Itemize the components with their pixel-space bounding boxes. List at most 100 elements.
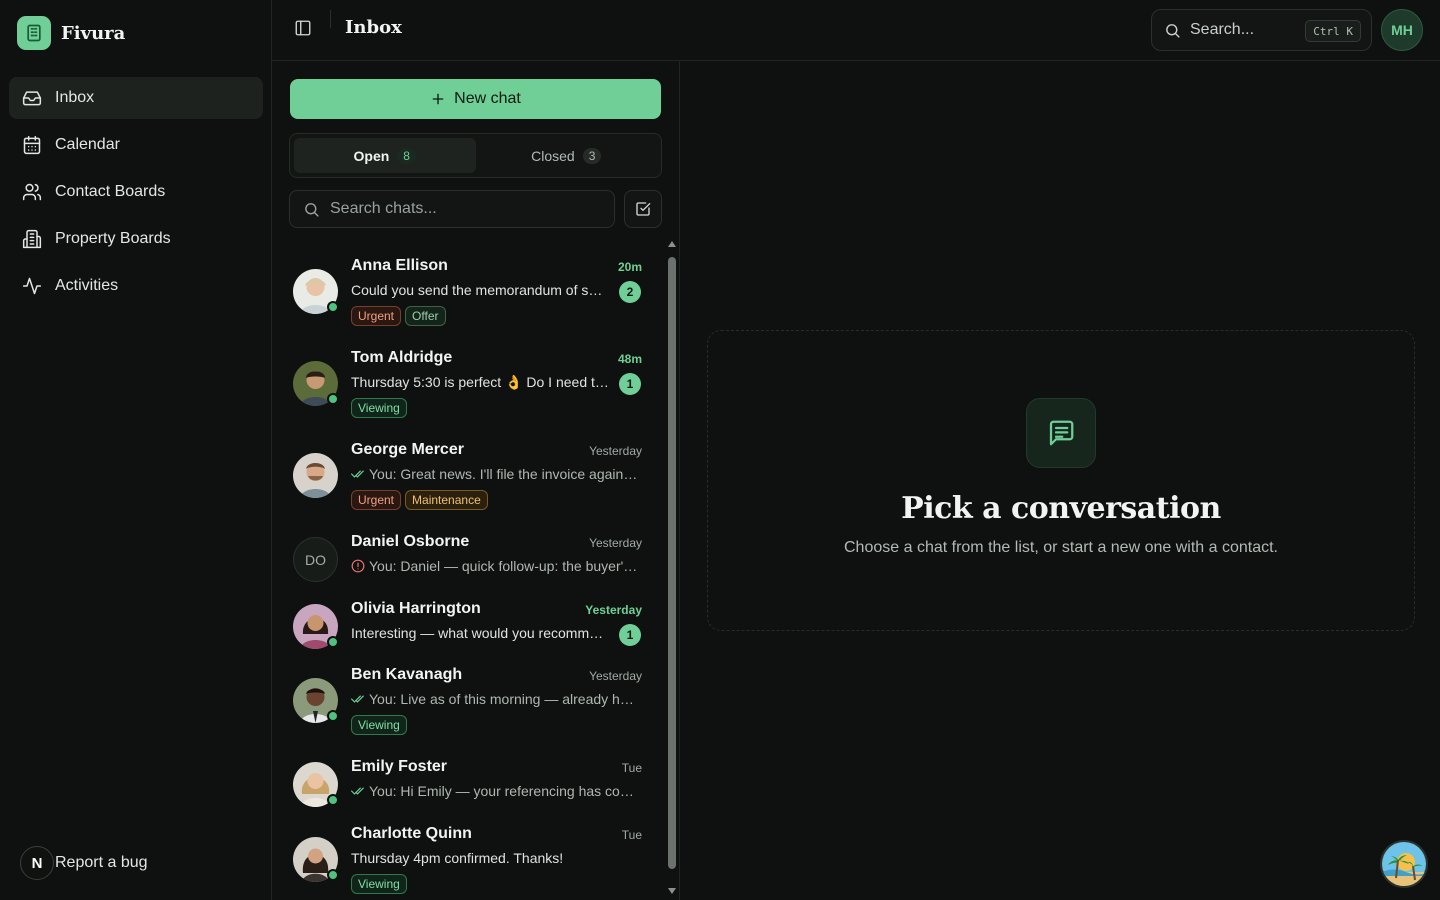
top-header: Inbox Search... Ctrl K MH — [272, 0, 1440, 61]
page-title: Inbox — [345, 17, 402, 38]
contact-name: Anna Ellison — [351, 257, 448, 274]
tag-maintenance: Maintenance — [405, 490, 488, 510]
tag-viewing: Viewing — [351, 398, 407, 418]
online-indicator — [327, 869, 339, 881]
contact-name: Daniel Osborne — [351, 533, 470, 550]
empty-state-title: Pick a conversation — [901, 491, 1221, 526]
select-chats-button[interactable] — [624, 190, 662, 228]
message-preview: You: Hi Emily — your referencing has com… — [351, 783, 641, 799]
message-preview: Interesting — what would you recommend f… — [351, 625, 609, 641]
contact-avatar — [293, 604, 339, 649]
tag-list: Viewing — [351, 874, 407, 894]
unread-count-badge: 1 — [619, 373, 641, 395]
brand[interactable]: Fivura — [17, 16, 125, 50]
tab-open[interactable]: Open 8 — [294, 138, 476, 173]
new-chat-button[interactable]: New chat — [290, 79, 661, 119]
message-time: Yesterday — [589, 669, 642, 683]
online-indicator — [327, 794, 339, 806]
tab-closed[interactable]: Closed 3 — [476, 138, 658, 173]
sidebar-item-property-boards[interactable]: Property Boards — [9, 218, 263, 260]
header-divider — [330, 10, 331, 28]
search-icon — [1164, 22, 1181, 39]
message-preview: You: Live as of this morning — already h… — [351, 691, 641, 707]
tag-list: Urgent Offer — [351, 306, 446, 326]
report-bug-link[interactable]: N Report a bug — [20, 846, 148, 880]
tab-count: 8 — [397, 147, 416, 164]
contact-name: Tom Aldridge — [351, 349, 453, 366]
sidebar-nav: Inbox Calendar Contact Boards Property B… — [9, 77, 263, 312]
scroll-down-arrow-icon[interactable] — [668, 888, 676, 894]
sidebar-item-label: Activities — [55, 277, 119, 294]
contact-name: Ben Kavanagh — [351, 666, 463, 683]
sidebar-item-contact-boards[interactable]: Contact Boards — [9, 171, 263, 213]
chat-list-panel: New chat Open 8 Closed 3 Search chats...… — [272, 61, 680, 900]
contact-avatar: DO — [293, 537, 338, 582]
double-check-icon — [351, 785, 365, 797]
message-time: Yesterday — [589, 536, 642, 550]
sidebar-item-calendar[interactable]: Calendar — [9, 124, 263, 166]
empty-conversation-state: Pick a conversation Choose a chat from t… — [707, 330, 1415, 631]
chat-list-item[interactable]: Ben Kavanagh Yesterday You: Live as of t… — [289, 666, 649, 746]
chat-search-input[interactable]: Search chats... — [289, 190, 615, 228]
message-square-icon — [1026, 398, 1096, 468]
message-preview: You: Daniel — quick follow-up: the buyer… — [351, 558, 641, 574]
scrollbar-thumb[interactable] — [668, 257, 676, 869]
search-icon — [303, 201, 320, 218]
message-text: Thursday 4pm confirmed. Thanks! — [351, 850, 564, 866]
chat-status-tabs: Open 8 Closed 3 — [289, 133, 662, 178]
brand-logo-icon — [17, 16, 51, 50]
contact-avatar — [293, 837, 339, 882]
chat-list-item[interactable]: George Mercer Yesterday You: Great news.… — [289, 441, 649, 521]
user-avatar[interactable]: MH — [1381, 9, 1423, 51]
message-time: Tue — [621, 761, 642, 775]
chat-list-item[interactable]: Emily Foster Tue You: Hi Emily — your re… — [289, 758, 649, 814]
tag-list: Viewing — [351, 398, 407, 418]
chat-list-item[interactable]: Charlotte Quinn Tue Thursday 4pm confirm… — [289, 825, 649, 900]
tag-urgent: Urgent — [351, 490, 402, 510]
message-time: Yesterday — [585, 603, 642, 617]
double-check-icon — [351, 693, 365, 705]
message-text: Interesting — what would you recommend f… — [351, 625, 609, 641]
tag-viewing: Viewing — [351, 715, 407, 735]
contact-name: George Mercer — [351, 441, 464, 458]
contact-avatar — [293, 361, 339, 406]
sidebar-item-activities[interactable]: Activities — [9, 265, 263, 307]
chat-list-item[interactable]: Anna Ellison 20m Could you send the memo… — [289, 257, 649, 337]
sidebar-item-inbox[interactable]: Inbox — [9, 77, 263, 119]
chat-list-item[interactable]: DO Daniel Osborne Yesterday You: Daniel … — [289, 533, 649, 589]
message-text: You: Live as of this morning — already h… — [369, 691, 641, 707]
checkbox-icon — [635, 201, 651, 217]
activity-icon — [21, 275, 43, 297]
sidebar-item-label: Property Boards — [55, 230, 171, 247]
building-icon — [21, 228, 43, 250]
contact-name: Charlotte Quinn — [351, 825, 472, 842]
online-indicator — [327, 636, 339, 648]
tag-viewing: Viewing — [351, 874, 407, 894]
sidebar-item-label: Contact Boards — [55, 183, 166, 200]
contact-avatar — [293, 269, 339, 314]
unread-count-badge: 1 — [619, 624, 641, 646]
contact-avatar — [293, 678, 339, 723]
new-chat-label: New chat — [454, 90, 521, 107]
global-search-input[interactable]: Search... Ctrl K — [1151, 9, 1372, 51]
message-text: You: Hi Emily — your referencing has com… — [369, 783, 641, 799]
dev-tools-badge[interactable]: N — [20, 846, 54, 880]
message-time: Tue — [621, 828, 642, 842]
contact-avatar — [293, 762, 339, 807]
scroll-up-arrow-icon[interactable] — [668, 241, 676, 247]
chat-list-scrollbar[interactable] — [665, 239, 679, 900]
double-check-icon — [351, 468, 365, 480]
message-preview: You: Great news. I'll file the invoice a… — [351, 466, 641, 482]
tab-count: 3 — [582, 147, 602, 164]
chat-list-item[interactable]: Olivia Harrington Yesterday Interesting … — [289, 600, 649, 656]
sidebar-item-label: Calendar — [55, 136, 120, 153]
chat-list-item[interactable]: Tom Aldridge 48m Thursday 5:30 is perfec… — [289, 349, 649, 429]
sidebar-toggle-icon[interactable] — [294, 19, 316, 41]
brand-name: Fivura — [61, 22, 126, 44]
assistant-launcher-avatar[interactable] — [1380, 840, 1428, 888]
message-preview: Thursday 5:30 is perfect 👌 Do I need to … — [351, 374, 609, 391]
message-text: Thursday 5:30 is perfect 👌 Do I need to … — [351, 374, 609, 390]
plus-icon — [430, 91, 446, 107]
message-text: Could you send the memorandum of sale ag… — [351, 282, 609, 298]
tag-urgent: Urgent — [351, 306, 402, 326]
